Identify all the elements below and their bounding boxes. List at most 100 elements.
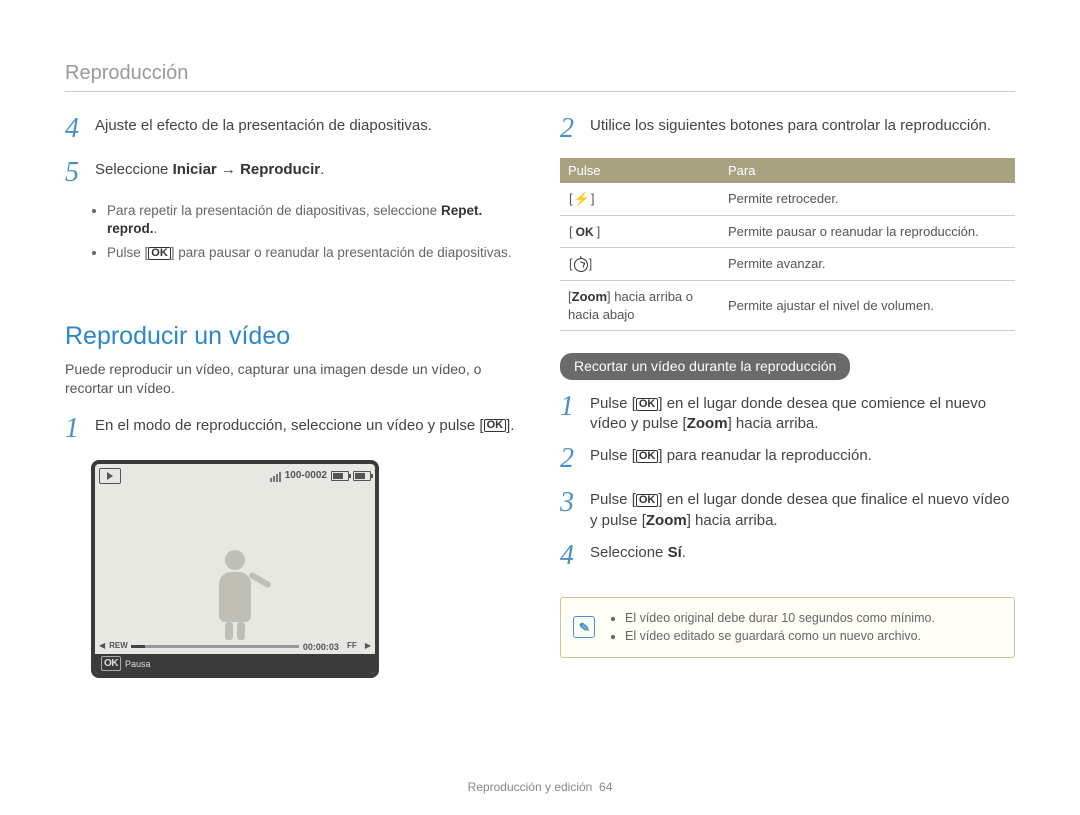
val-pause: Permite pausar o reanudar la reproducció… (720, 215, 1015, 248)
t4b: Sí (668, 544, 682, 561)
key-zoom: [Zoom] hacia arriba o hacia abajo (560, 280, 720, 330)
silhouette-figure (217, 550, 253, 640)
trim-step-2: 2 Pulse [OK] para reanudar la reproducci… (560, 444, 1015, 478)
r4k-zoom: Zoom (572, 289, 607, 304)
table-row: [⚡] Permite retroceder. (560, 183, 1015, 215)
trim-step-1: 1 Pulse [OK] en el lugar donde desea que… (560, 392, 1015, 435)
t1zoom: Zoom (687, 415, 728, 432)
bullet2-a: Pulse [ (107, 245, 148, 260)
footer-section: Reproducción y edición (468, 780, 593, 794)
file-counter: 100-0002 (285, 469, 327, 483)
step-number-5: 5 (65, 154, 85, 192)
bullet1-a: Para repetir la presentación de diaposit… (107, 203, 441, 218)
key-ok: [OK] (560, 215, 720, 248)
ok-icon: OK (484, 419, 507, 432)
page-header: Reproducción (65, 60, 1015, 92)
battery-icon-2 (353, 471, 371, 481)
step5-reproducir: Reproducir (240, 161, 320, 178)
trim-step-4: 4 Seleccione Sí. (560, 541, 1015, 575)
vstep1-a: En el modo de reproducción, seleccione u… (95, 417, 484, 434)
step-number-4: 4 (65, 110, 85, 148)
trim-step-3: 3 Pulse [OK] en el lugar donde desea que… (560, 488, 1015, 531)
play-mode-icon (99, 468, 121, 484)
val-forward: Permite avanzar. (720, 248, 1015, 281)
t3a: Pulse [ (590, 491, 636, 508)
table-header-row: Pulse Para (560, 158, 1015, 184)
note-item: El vídeo editado se guardará como un nue… (625, 628, 935, 645)
footer-page: 64 (599, 780, 612, 794)
ok-icon: OK (101, 656, 121, 672)
page-footer: Reproducción y edición 64 (0, 779, 1080, 795)
rew-icon: ◀ (99, 641, 105, 652)
step5-bullets: Para repetir la presentación de diaposit… (65, 202, 520, 263)
t4c: . (682, 544, 686, 561)
video-step-1: 1 En el modo de reproducción, seleccione… (65, 414, 520, 448)
th-para: Para (720, 158, 1015, 184)
step-4-text: Ajuste el efecto de la presentación de d… (95, 114, 520, 136)
t4a: Seleccione (590, 544, 668, 561)
val-volume: Permite ajustar el nivel de volumen. (720, 280, 1015, 330)
trim-step-number-1: 1 (560, 388, 580, 426)
trim-step-number-4: 4 (560, 537, 580, 575)
note-info-icon: ✎ (573, 616, 595, 638)
table-row: [Zoom] hacia arriba o hacia abajo Permit… (560, 280, 1015, 330)
trim-step-number-2: 2 (560, 440, 580, 478)
val-rewind: Permite retroceder. (720, 183, 1015, 215)
battery-icon (331, 471, 349, 481)
right-column: 2 Utilice los siguientes botones para co… (560, 114, 1015, 678)
page: Reproducción 4 Ajuste el efecto de la pr… (0, 0, 1080, 718)
control-step-2: 2 Utilice los siguientes botones para co… (560, 114, 1015, 148)
section-title-video: Reproducir un vídeo (65, 320, 520, 354)
step-5-text: Seleccione Iniciar → Reproducir. (95, 158, 520, 180)
screen-bottombar: OK Pausa (95, 654, 375, 674)
triangle-right-icon (107, 472, 113, 480)
flash-icon: ⚡ (574, 192, 590, 205)
ok-icon: OK (636, 398, 659, 411)
trim-step-2-text: Pulse [OK] para reanudar la reproducción… (590, 444, 1015, 466)
pause-label: Pausa (125, 658, 151, 670)
progress-area: ◀ REW 00:00:03 FF ▶ (99, 640, 371, 654)
controls-table: Pulse Para [⚡] Permite retroceder. [OK] … (560, 158, 1015, 331)
t3c: ] hacia arriba. (687, 512, 778, 529)
step-4: 4 Ajuste el efecto de la presentación de… (65, 114, 520, 148)
video-step-1-text: En el modo de reproducción, seleccione u… (95, 414, 520, 436)
control-step-2-text: Utilice los siguientes botones para cont… (590, 114, 1015, 136)
content-columns: 4 Ajuste el efecto de la presentación de… (65, 114, 1015, 678)
signal-icon (270, 470, 281, 482)
t1c: ] hacia arriba. (728, 415, 819, 432)
vstep1-b: ]. (506, 417, 514, 434)
ff-label: FF (343, 641, 361, 652)
screen-topbar: 100-0002 (95, 464, 375, 488)
video-step-number-1: 1 (65, 410, 85, 448)
control-step-number-2: 2 (560, 110, 580, 148)
note-item: El vídeo original debe durar 10 segundos… (625, 610, 935, 627)
t2b: ] para reanudar la reproducción. (658, 447, 871, 464)
key-flash: [⚡] (560, 183, 720, 215)
table-row: [] Permite avanzar. (560, 248, 1015, 281)
step-5: 5 Seleccione Iniciar → Reproducir. (65, 158, 520, 192)
bullet2-b: ] para pausar o reanudar la presentación… (171, 245, 512, 260)
step5-arrow: → (217, 161, 240, 178)
trim-heading-pill: Recortar un vídeo durante la reproducció… (560, 353, 850, 380)
trim-step-4-text: Seleccione Sí. (590, 541, 1015, 563)
ff-icon: ▶ (365, 641, 371, 652)
bullet1-c: . (154, 221, 158, 236)
left-column: 4 Ajuste el efecto de la presentación de… (65, 114, 520, 678)
t2a: Pulse [ (590, 447, 636, 464)
step5-end: . (320, 161, 324, 178)
trim-step-1-text: Pulse [OK] en el lugar donde desea que c… (590, 392, 1015, 435)
camera-screen-mock: 100-0002 ◀ REW 00:00:03 FF ▶ OK (91, 460, 379, 678)
progress-bar (131, 645, 299, 648)
playback-time: 00:00:03 (303, 641, 339, 653)
ok-icon: OK (574, 226, 596, 238)
note-box: ✎ El vídeo original debe durar 10 segund… (560, 597, 1015, 659)
self-timer-icon (574, 258, 588, 272)
key-timer: [] (560, 248, 720, 281)
step5-iniciar: Iniciar (173, 161, 217, 178)
t1a: Pulse [ (590, 395, 636, 412)
section-desc-video: Puede reproducir un vídeo, capturar una … (65, 360, 520, 398)
bullet-pause: Pulse [OK] para pausar o reanudar la pre… (107, 244, 520, 262)
trim-step-number-3: 3 (560, 484, 580, 522)
ok-icon: OK (148, 247, 171, 260)
table-row: [OK] Permite pausar o reanudar la reprod… (560, 215, 1015, 248)
